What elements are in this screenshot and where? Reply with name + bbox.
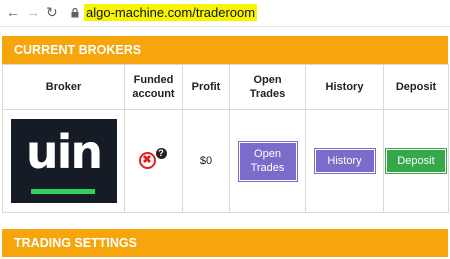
back-arrow-icon[interactable]: ← bbox=[6, 4, 20, 20]
profit-column-header: Profit bbox=[182, 64, 230, 110]
logo-underline bbox=[30, 189, 95, 194]
profit-cell: $0 bbox=[182, 109, 230, 213]
history-cell: History bbox=[305, 109, 384, 213]
trading-settings-header: TRADING SETTINGS bbox=[2, 229, 448, 257]
reload-icon[interactable]: ↻ bbox=[46, 4, 58, 20]
funded-status: ✖ ? bbox=[138, 147, 169, 172]
profit-value: $0 bbox=[199, 155, 213, 167]
funded-column-header: Funded account bbox=[124, 64, 183, 110]
current-brokers-header: CURRENT BROKERS bbox=[2, 36, 448, 64]
question-icon[interactable]: ? bbox=[155, 147, 167, 159]
funded-cell: ✖ ? bbox=[124, 109, 183, 213]
broker-logo-text: uin bbox=[25, 125, 103, 179]
table-row: uin ✖ ? $0 Open Trades History Deposit bbox=[2, 109, 449, 213]
open-trades-button[interactable]: Open Trades bbox=[237, 140, 298, 182]
history-button[interactable]: History bbox=[313, 148, 376, 174]
open-trades-cell: Open Trades bbox=[229, 109, 306, 213]
browser-toolbar: ← → ↻ algo-machine.com/traderoom bbox=[0, 0, 450, 27]
open-trades-column-header: Open Trades bbox=[229, 64, 306, 110]
broker-logo: uin bbox=[10, 119, 117, 203]
lock-icon bbox=[71, 8, 79, 18]
deposit-cell: Deposit bbox=[383, 109, 449, 213]
table-header-row: Broker Funded account Profit Open Trades H… bbox=[2, 64, 449, 110]
deposit-column-header: Deposit bbox=[383, 64, 449, 110]
close-circle-icon: ✖ bbox=[138, 151, 156, 169]
broker-column-header: Broker bbox=[2, 64, 125, 110]
history-column-header: History bbox=[305, 64, 384, 110]
address-bar-url[interactable]: algo-machine.com/traderoom bbox=[84, 4, 258, 21]
forward-arrow-icon[interactable]: → bbox=[26, 4, 40, 20]
broker-cell: uin bbox=[2, 109, 125, 213]
brokers-table: Broker Funded account Profit Open Trades H… bbox=[2, 64, 449, 213]
deposit-button[interactable]: Deposit bbox=[385, 148, 447, 174]
